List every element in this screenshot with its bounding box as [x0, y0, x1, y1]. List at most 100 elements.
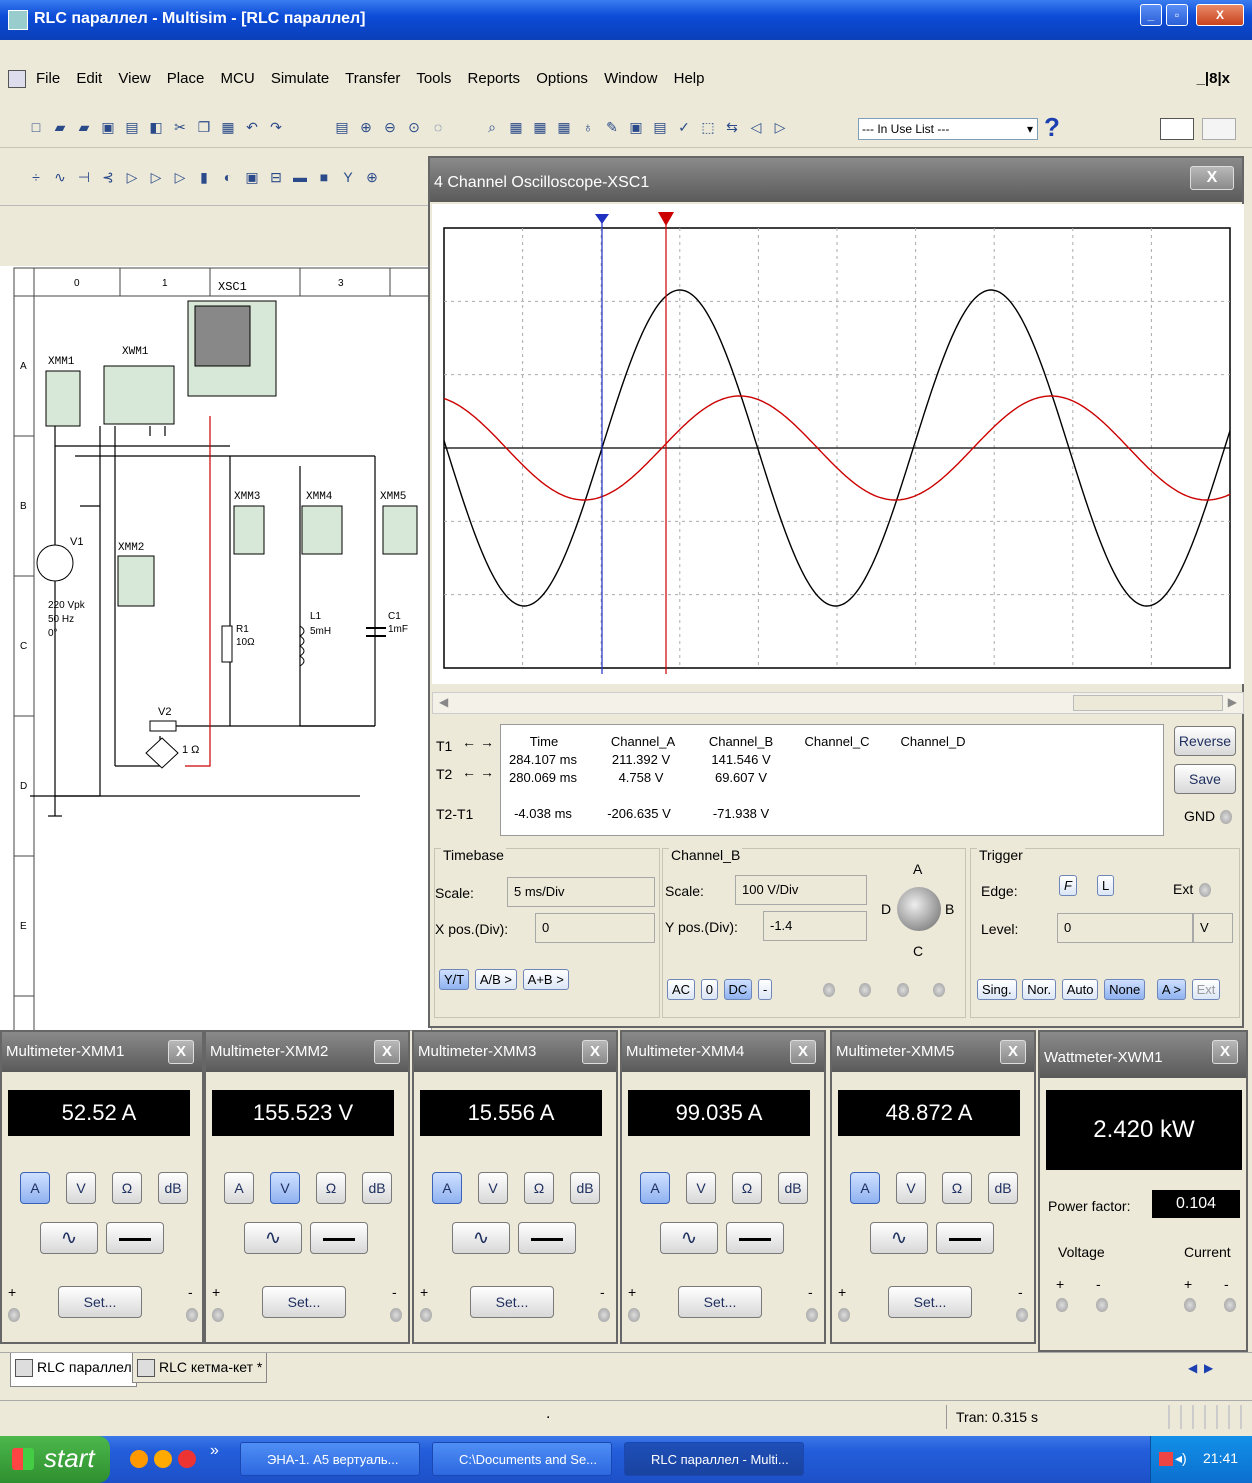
rf-icon[interactable]: Y: [339, 168, 357, 186]
set-button[interactable]: Set...: [888, 1286, 972, 1318]
single-trigger-button[interactable]: Sing.: [977, 979, 1017, 1000]
meter-mode-button[interactable]: A: [432, 1172, 462, 1204]
maximize-button[interactable]: ▫: [1166, 4, 1188, 26]
meter-mode-button[interactable]: dB: [362, 1172, 392, 1204]
minus-terminal[interactable]: [186, 1308, 198, 1322]
basic-icon[interactable]: ∿: [51, 168, 69, 186]
set-button[interactable]: Set...: [470, 1286, 554, 1318]
print-preview-icon[interactable]: ◧: [147, 118, 165, 136]
task-multisim[interactable]: RLC параллел - Multi...: [624, 1442, 804, 1476]
mixed-icon[interactable]: ◐: [219, 168, 237, 186]
multimeter-close-button[interactable]: X: [1000, 1040, 1026, 1064]
in-use-list-select[interactable]: --- In Use List --- ▾: [858, 118, 1038, 140]
scroll-right-icon[interactable]: ▶: [1228, 695, 1237, 709]
multimeter-close-button[interactable]: X: [582, 1040, 608, 1064]
menu-place[interactable]: Place: [167, 70, 205, 87]
meter-mode-button[interactable]: dB: [158, 1172, 188, 1204]
timebase-scale-field[interactable]: 5 ms/Div: [507, 877, 655, 907]
database-icon[interactable]: ✎: [603, 118, 621, 136]
menu-view[interactable]: View: [118, 70, 150, 87]
undo-icon[interactable]: ↶: [243, 118, 261, 136]
transistor-icon[interactable]: ⊰: [99, 168, 117, 186]
ext-trigger-terminal[interactable]: [1199, 883, 1211, 897]
trigger-source-ext-button[interactable]: Ext: [1191, 979, 1221, 1000]
analysis-icon[interactable]: ▣: [627, 118, 645, 136]
current-plus-terminal[interactable]: [1184, 1298, 1196, 1312]
multimeter-close-button[interactable]: X: [374, 1040, 400, 1064]
backward-icon[interactable]: ◁: [747, 118, 765, 136]
scope-scrollbar[interactable]: ◀ ▶: [432, 692, 1244, 714]
open-icon[interactable]: ▰: [51, 118, 69, 136]
ac-mode-button[interactable]: ∿: [660, 1222, 718, 1254]
minus-terminal[interactable]: [1016, 1308, 1028, 1322]
simulate-switch[interactable]: [1160, 118, 1194, 140]
meter-mode-button[interactable]: V: [478, 1172, 508, 1204]
menu-reports[interactable]: Reports: [468, 70, 521, 87]
component-wizard-icon[interactable]: ♁: [579, 118, 597, 136]
analog-icon[interactable]: ▷: [123, 168, 141, 186]
plus-terminal[interactable]: [420, 1308, 432, 1322]
falling-edge-button[interactable]: L: [1097, 875, 1115, 896]
meter-mode-button[interactable]: A: [224, 1172, 254, 1204]
paste-icon[interactable]: ▦: [219, 118, 237, 136]
misc-digital-icon[interactable]: ▮: [195, 168, 213, 186]
misc-icon[interactable]: ▬: [291, 168, 309, 186]
minimize-button[interactable]: _: [1140, 4, 1162, 26]
tab-rlc-parallel[interactable]: RLC параллел: [10, 1353, 137, 1387]
advanced-peripherals-icon[interactable]: ■: [315, 168, 333, 186]
dc-mode-button[interactable]: [518, 1222, 576, 1254]
set-button[interactable]: Set...: [262, 1286, 346, 1318]
multimeter-close-button[interactable]: X: [790, 1040, 816, 1064]
schematic-canvas[interactable]: 0 1 XSC1 3 A B C D E XMM1 XWM1 XMM2 XMM3…: [0, 205, 432, 1031]
fullscreen-icon[interactable]: ▤: [333, 118, 351, 136]
voltage-plus-terminal[interactable]: [1056, 1298, 1068, 1312]
channel-terminal-4[interactable]: [933, 983, 945, 997]
menu-transfer[interactable]: Transfer: [345, 70, 400, 87]
dc-coupling-button[interactable]: DC: [723, 979, 753, 1000]
normal-trigger-button[interactable]: Nor.: [1022, 979, 1057, 1000]
spreadsheet-icon[interactable]: ▦: [555, 118, 573, 136]
tab-rlc-series[interactable]: RLC кетма-кет *: [132, 1353, 268, 1383]
meter-mode-button[interactable]: V: [66, 1172, 96, 1204]
power-icon[interactable]: ⊟: [267, 168, 285, 186]
zero-coupling-button[interactable]: 0: [700, 979, 718, 1000]
none-trigger-button[interactable]: None: [1104, 979, 1146, 1000]
dc-mode-button[interactable]: [936, 1222, 994, 1254]
auto-trigger-button[interactable]: Auto: [1061, 979, 1099, 1000]
dc-mode-button[interactable]: [310, 1222, 368, 1254]
trigger-source-a-button[interactable]: A >: [1156, 979, 1186, 1000]
menu-options[interactable]: Options: [536, 70, 588, 87]
plus-terminal[interactable]: [838, 1308, 850, 1322]
transfer-icon[interactable]: ⇆: [723, 118, 741, 136]
meter-mode-button[interactable]: V: [896, 1172, 926, 1204]
dc-mode-button[interactable]: [106, 1222, 164, 1254]
redo-icon[interactable]: ↷: [267, 118, 285, 136]
zoom-in-icon[interactable]: ⊕: [357, 118, 375, 136]
ac-mode-button[interactable]: ∿: [870, 1222, 928, 1254]
erc-icon[interactable]: ✓: [675, 118, 693, 136]
rising-edge-button[interactable]: F: [1059, 875, 1077, 896]
channel-scale-field[interactable]: 100 V/Div: [735, 875, 867, 905]
meter-mode-button[interactable]: V: [686, 1172, 716, 1204]
voltage-minus-terminal[interactable]: [1096, 1298, 1108, 1312]
tab-scroll-right-icon[interactable]: ▶: [1204, 1361, 1213, 1375]
meter-mode-button[interactable]: dB: [570, 1172, 600, 1204]
menu-simulate[interactable]: Simulate: [271, 70, 329, 87]
channel-terminal-1[interactable]: [823, 983, 835, 997]
ypos-field[interactable]: -1.4: [763, 911, 867, 941]
ttl-icon[interactable]: ▷: [147, 168, 165, 186]
menu-mcu[interactable]: MCU: [221, 70, 255, 87]
channel-terminal-3[interactable]: [897, 983, 909, 997]
source-icon[interactable]: ÷: [27, 168, 45, 186]
task-explorer[interactable]: C:\Documents and Se...: [432, 1442, 612, 1476]
ab-mode-button[interactable]: A/B >: [474, 969, 518, 990]
electromechanical-icon[interactable]: ⊕: [363, 168, 381, 186]
print-icon[interactable]: ▤: [123, 118, 141, 136]
new-icon[interactable]: □: [27, 118, 45, 136]
menu-edit[interactable]: Edit: [76, 70, 102, 87]
t1-right-arrow[interactable]: →: [480, 734, 494, 750]
copy-icon[interactable]: ❐: [195, 118, 213, 136]
meter-mode-button[interactable]: Ω: [316, 1172, 346, 1204]
quicklaunch-icon-2[interactable]: [154, 1450, 172, 1468]
diode-icon[interactable]: ⊣: [75, 168, 93, 186]
